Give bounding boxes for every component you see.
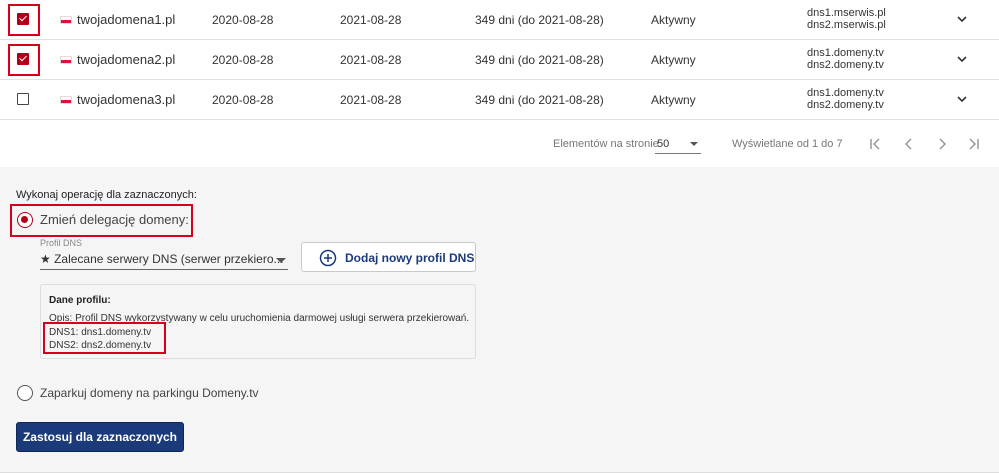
profile-dns-select[interactable]: ★ Zalecane serwery DNS (serwer przekiero… — [40, 252, 288, 270]
table-row: twojadomena3.pl 2020-08-28 2021-08-28 34… — [0, 80, 999, 120]
domain-name: twojadomena1.pl — [77, 12, 176, 27]
registered-date: 2020-08-28 — [212, 93, 274, 107]
profile-dns-value: ★ Zalecane serwery DNS (serwer przekiero… — [40, 252, 284, 266]
plus-circle-icon — [319, 249, 337, 267]
table-row: twojadomena1.pl 2020-08-28 2021-08-28 34… — [0, 0, 999, 40]
dns2-text: dns2.domeny.tv — [807, 59, 884, 71]
registered-date: 2020-08-28 — [212, 53, 274, 67]
per-page-select[interactable]: 50 — [657, 138, 669, 150]
status-text: Aktywny — [651, 13, 696, 27]
poland-flag-icon — [60, 56, 72, 64]
per-page-underline — [655, 153, 701, 154]
domain-name: twojadomena3.pl — [77, 92, 176, 107]
dns1-text: dns1.mserwis.pl — [807, 7, 886, 19]
dns-servers: dns1.domeny.tv dns2.domeny.tv — [807, 47, 884, 71]
operations-title: Wykonaj operację dla zaznaczonych: — [16, 189, 197, 201]
domain-name: twojadomena2.pl — [77, 52, 176, 67]
remaining-days: 349 dni (do 2021-08-28) — [475, 93, 604, 107]
chevron-down-icon[interactable] — [955, 12, 969, 26]
row-checkbox[interactable] — [17, 93, 29, 105]
first-page-icon[interactable] — [867, 136, 883, 152]
dns2-text: dns2.mserwis.pl — [807, 19, 886, 31]
remaining-days: 349 dni (do 2021-08-28) — [475, 13, 604, 27]
delegation-radio[interactable] — [17, 212, 33, 228]
dropdown-arrow-icon — [276, 258, 286, 263]
last-page-icon[interactable] — [966, 136, 982, 152]
previous-page-icon[interactable] — [901, 136, 917, 152]
dns1-text: dns1.domeny.tv — [807, 47, 884, 59]
row-checkbox-wrap[interactable] — [8, 44, 40, 76]
per-page-label: Elementów na stronie — [553, 138, 659, 150]
dns2-text: dns2.domeny.tv — [807, 99, 884, 111]
chevron-down-icon[interactable] — [955, 52, 969, 66]
parking-option-label[interactable]: Zaparkuj domeny na parkingu Domeny.tv — [40, 386, 259, 400]
registered-date: 2020-08-28 — [212, 13, 274, 27]
poland-flag-icon — [60, 16, 72, 24]
delegation-option-label[interactable]: Zmień delegację domeny: — [40, 212, 189, 227]
chevron-down-icon[interactable] — [955, 92, 969, 106]
profile-details-title: Dane profilu: — [49, 295, 111, 306]
expiry-date: 2021-08-28 — [340, 13, 402, 27]
row-checkbox-wrap[interactable] — [8, 84, 40, 116]
expiry-date: 2021-08-28 — [340, 53, 402, 67]
row-checkbox[interactable] — [17, 13, 29, 25]
poland-flag-icon — [60, 96, 72, 104]
dns-servers: dns1.domeny.tv dns2.domeny.tv — [807, 87, 884, 111]
dns-servers: dns1.mserwis.pl dns2.mserwis.pl — [807, 7, 886, 31]
pagination-bar: Elementów na stronie 50 Wyświetlane od 1… — [0, 123, 999, 167]
next-page-icon[interactable] — [934, 136, 950, 152]
expiry-date: 2021-08-28 — [340, 93, 402, 107]
apply-selected-button[interactable]: Zastosuj dla zaznaczonych — [16, 422, 184, 452]
row-checkbox[interactable] — [17, 53, 29, 65]
row-checkbox-wrap[interactable] — [8, 4, 40, 36]
dns1-text: dns1.domeny.tv — [807, 87, 884, 99]
profile-dns-label: Profil DNS — [40, 238, 83, 248]
status-text: Aktywny — [651, 53, 696, 67]
range-text: Wyświetlane od 1 do 7 — [732, 138, 843, 150]
profile-dns-highlight — [43, 322, 166, 354]
remaining-days: 349 dni (do 2021-08-28) — [475, 53, 604, 67]
parking-radio[interactable] — [17, 385, 33, 401]
add-dns-profile-button[interactable]: Dodaj nowy profil DNS — [301, 242, 476, 272]
table-row: twojadomena2.pl 2020-08-28 2021-08-28 34… — [0, 40, 999, 80]
per-page-dropdown-icon[interactable] — [690, 142, 698, 146]
add-dns-profile-label: Dodaj nowy profil DNS — [345, 251, 475, 265]
status-text: Aktywny — [651, 93, 696, 107]
